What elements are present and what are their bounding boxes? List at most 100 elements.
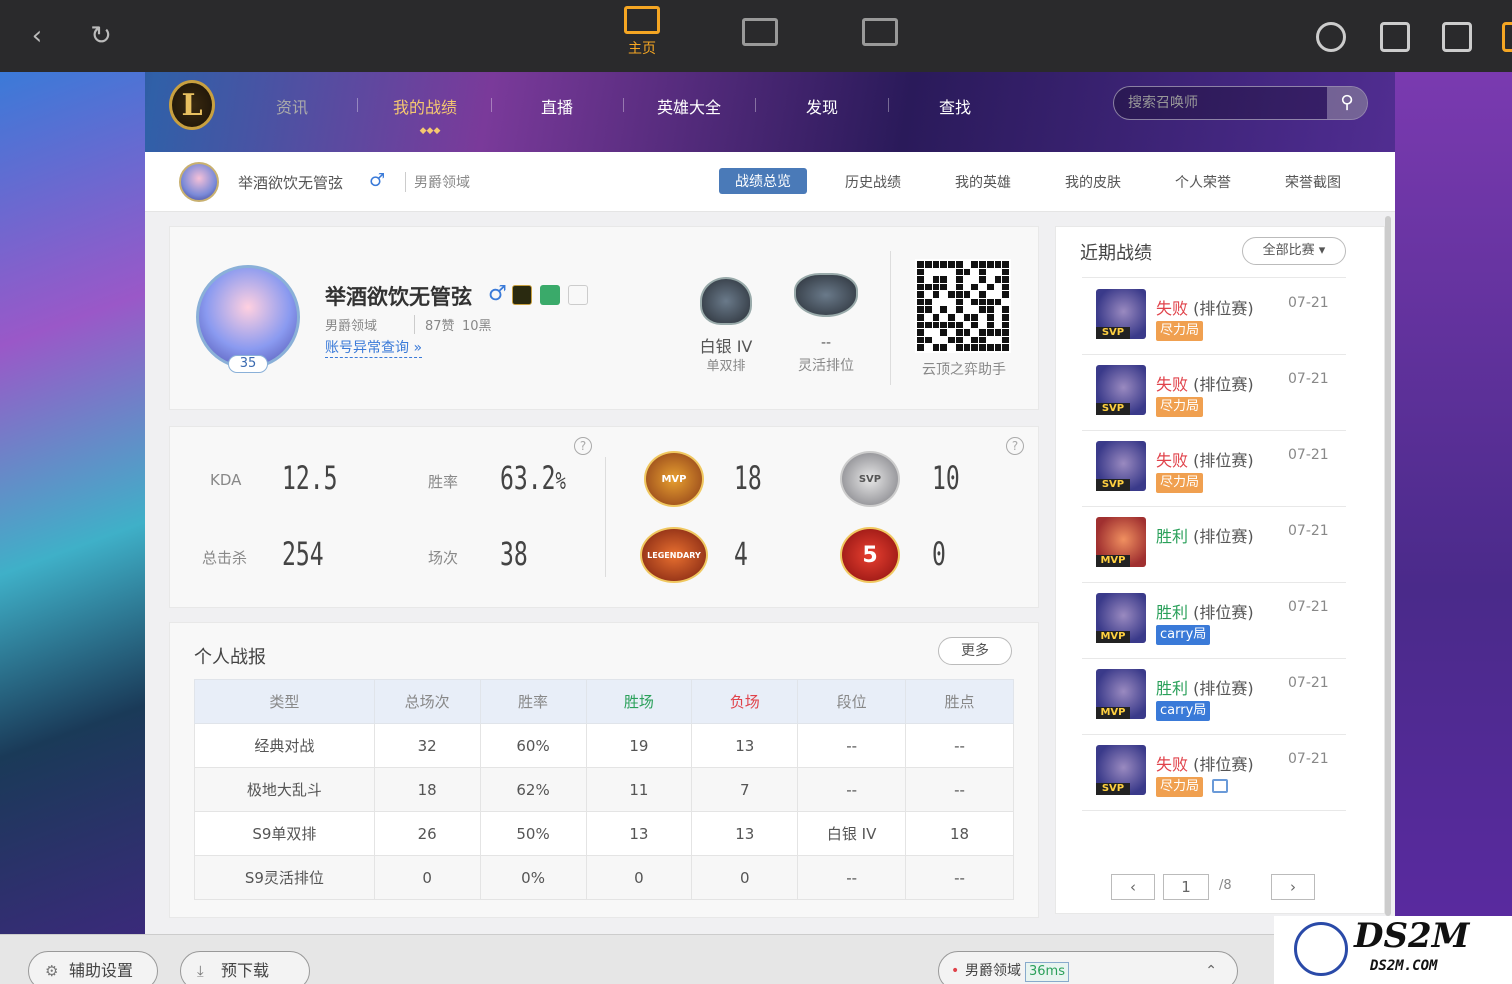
refresh-icon[interactable]: ↻ xyxy=(86,18,116,54)
inventory-tab[interactable] xyxy=(720,0,800,60)
summoner-search-input[interactable]: 搜索召唤师 ⚲ xyxy=(1113,86,1368,120)
match-result: 失败 (排位赛) xyxy=(1156,295,1254,319)
home-tab[interactable]: 主页 xyxy=(602,0,682,60)
predownload-label: 预下载 xyxy=(221,961,270,980)
cell: 0 xyxy=(691,855,799,900)
match-date: 07-21 xyxy=(1288,295,1329,311)
tab-my-skins[interactable]: 我的皮肤 xyxy=(1065,172,1121,192)
match-result: 胜利 (排位赛) xyxy=(1156,599,1254,623)
cell: 19 xyxy=(585,723,693,768)
box-icon xyxy=(742,18,778,46)
server-selector[interactable]: • 男爵领域 36ms ⌃ xyxy=(938,951,1238,984)
mvp-medal-icon: MVP xyxy=(644,451,704,507)
lol-logo: L xyxy=(169,80,215,130)
cell: 白银 IV xyxy=(797,811,907,856)
cell: 13 xyxy=(585,811,693,856)
assist-label: 辅助设置 xyxy=(69,961,134,980)
tab-my-champions[interactable]: 我的英雄 xyxy=(955,172,1011,192)
server-label: 男爵领域 xyxy=(965,963,1021,979)
back-icon[interactable]: ‹ xyxy=(22,18,52,54)
gift-icon[interactable] xyxy=(1502,22,1512,52)
avatar-icon[interactable] xyxy=(1316,22,1346,52)
summoner-name: 举酒欲饮无管弦 xyxy=(325,285,472,309)
nav-divider xyxy=(888,98,889,112)
gear-icon: ⚙ xyxy=(45,962,59,980)
winrate-unit: % xyxy=(555,467,566,495)
table-row: S9单双排 26 50% 13 13 白银 IV 18 xyxy=(194,811,1014,856)
result-text: 胜利 xyxy=(1156,603,1189,622)
stats-divider xyxy=(605,457,606,577)
search-icon[interactable]: ⚲ xyxy=(1327,87,1367,119)
cell: 0 xyxy=(585,855,693,900)
match-date: 07-21 xyxy=(1288,675,1329,691)
match-type: (排位赛) xyxy=(1193,299,1254,318)
nav-my-record[interactable]: 我的战绩 xyxy=(393,94,457,118)
prev-page-button[interactable]: ‹ xyxy=(1111,874,1155,900)
summoner-name-header: 举酒欲饮无管弦 xyxy=(238,174,344,192)
page-total: /8 xyxy=(1219,878,1232,893)
scrollbar[interactable] xyxy=(1385,216,1391,916)
tab-honor-screenshots[interactable]: 荣誉截图 xyxy=(1285,172,1341,192)
match-row[interactable]: SVP 失败 (排位赛) 07-21 尽力局 xyxy=(1082,279,1346,355)
cell: 18 xyxy=(373,767,481,812)
match-filter-dropdown[interactable]: 全部比赛 ▾ xyxy=(1242,237,1346,265)
download-icon: ⤓ xyxy=(197,962,204,980)
search-placeholder: 搜索召唤师 xyxy=(1128,95,1198,111)
stats-card: KDA 12.5 胜率 63.2% 总击杀 254 场次 38 ? MVP 18… xyxy=(169,426,1039,608)
flex-rank-label: 灵活排位 xyxy=(798,358,854,374)
predownload-button[interactable]: ⤓ 预下载 xyxy=(180,951,310,984)
qr-label: 云顶之弈助手 xyxy=(922,362,1006,378)
tab-history[interactable]: 历史战绩 xyxy=(845,172,901,192)
cell: -- xyxy=(797,723,907,768)
cell: 0 xyxy=(373,855,481,900)
nav-news[interactable]: 资讯 xyxy=(276,94,308,118)
more-button[interactable]: 更多 xyxy=(938,637,1012,665)
match-row[interactable]: SVP 失败 (排位赛) 07-21 尽力局 xyxy=(1082,355,1346,431)
result-text: 胜利 xyxy=(1156,527,1189,546)
penta-kill-count: 0 xyxy=(932,535,946,573)
nav-search[interactable]: 查找 xyxy=(939,94,971,118)
cell: 极地大乱斗 xyxy=(194,767,375,812)
legendary-count: 4 xyxy=(734,535,748,573)
download-icon[interactable] xyxy=(1442,22,1472,52)
match-row[interactable]: MVP 胜利 (排位赛) 07-21 carry局 xyxy=(1082,659,1346,735)
video-tab[interactable] xyxy=(840,0,920,60)
total-kills-value: 254 xyxy=(282,535,324,573)
background-art-left xyxy=(0,72,145,934)
cell: 13 xyxy=(691,723,799,768)
cell: 13 xyxy=(691,811,799,856)
next-page-button[interactable]: › xyxy=(1271,874,1315,900)
title-bar: ‹ ↻ 主页 xyxy=(0,0,1512,72)
screenshot-icon[interactable] xyxy=(1212,779,1228,793)
tab-overview[interactable]: 战绩总览 xyxy=(719,168,807,194)
qr-code[interactable] xyxy=(915,259,1011,353)
match-date: 07-21 xyxy=(1288,447,1329,463)
report-title: 个人战报 xyxy=(194,647,266,668)
page-number-input[interactable]: 1 xyxy=(1163,874,1209,900)
chat-icon[interactable] xyxy=(1380,22,1410,52)
match-row[interactable]: SVP 失败 (排位赛) 07-21 尽力局 xyxy=(1082,431,1346,507)
video-icon xyxy=(862,18,898,46)
watermark-sub: DS2M.COM xyxy=(1370,958,1438,974)
match-row[interactable]: MVP 胜利 (排位赛) 07-21 carry局 xyxy=(1082,583,1346,659)
nav-discover[interactable]: 发现 xyxy=(806,94,838,118)
match-row[interactable]: MVP 胜利 (排位赛) 07-21 xyxy=(1082,507,1346,583)
nav-live[interactable]: 直播 xyxy=(541,94,573,118)
level-badge: 35 xyxy=(228,355,268,373)
honor-badge-icon xyxy=(512,285,532,305)
assist-settings-button[interactable]: ⚙ 辅助设置 xyxy=(28,951,158,984)
trophy-icon xyxy=(568,285,588,305)
copy-icon[interactable] xyxy=(540,285,560,305)
match-row[interactable]: SVP 失败 (排位赛) 07-21 尽力局 xyxy=(1082,735,1346,811)
nav-champions[interactable]: 英雄大全 xyxy=(657,94,721,118)
col-total-games: 总场次 xyxy=(373,679,481,724)
games-value: 38 xyxy=(500,535,528,573)
help-icon[interactable]: ? xyxy=(1006,437,1024,455)
abnormal-query-link[interactable]: 账号异常查询 » xyxy=(325,337,423,358)
total-kills-label: 总击杀 xyxy=(202,549,248,567)
tab-personal-honor[interactable]: 个人荣誉 xyxy=(1175,172,1231,192)
ping-badge: 36ms xyxy=(1025,962,1069,982)
match-rating-badge: MVP xyxy=(1096,631,1130,643)
recent-matches-panel: 近期战绩 全部比赛 ▾ SVP 失败 (排位赛) 07-21 尽力局 SVP 失败 (排位… xyxy=(1055,226,1385,914)
help-icon[interactable]: ? xyxy=(574,437,592,455)
